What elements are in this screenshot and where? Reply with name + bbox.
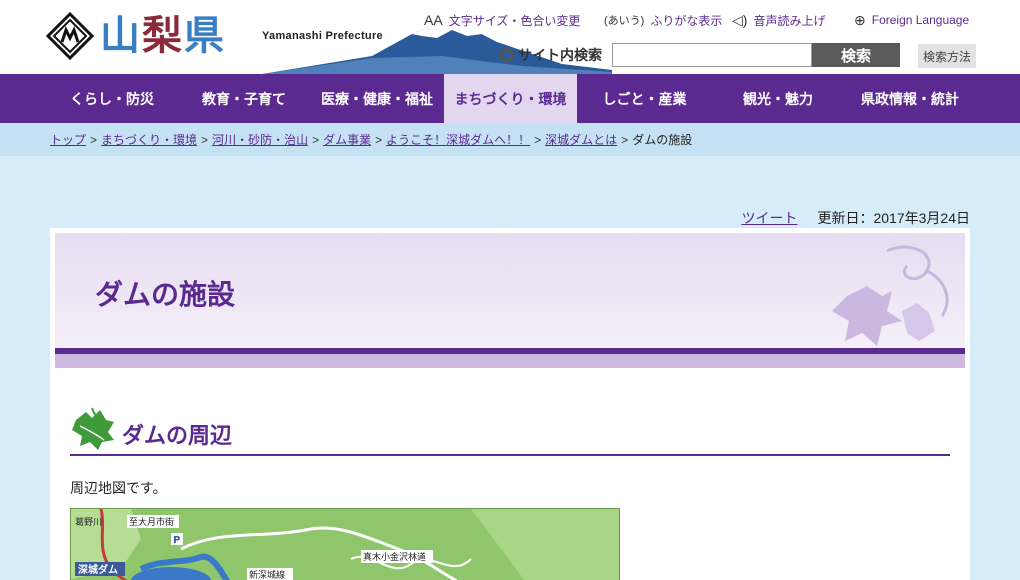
area-map-image: 至大月市街 葛野川 深城ダム 新深城線 真木小金沢林道 P (70, 508, 620, 580)
logo-kanji-3: 県 (184, 12, 226, 59)
nav-item-tourism[interactable]: 観光・魅力 (712, 74, 844, 123)
site-header: 山梨県 Yamanashi Prefecture AA 文字サイズ・色合い変更 … (0, 0, 1020, 74)
nav-item-work[interactable]: しごと・産業 (577, 74, 712, 123)
global-nav: くらし・防災 教育・子育て 医療・健康・福祉 まちづくり・環境 しごと・産業 観… (0, 74, 1020, 123)
breadcrumb-link-welcome[interactable]: ようこそ！深城ダムへ！！ (386, 131, 530, 148)
speaker-icon: ◁) (732, 11, 748, 28)
util-foreign-language-label: Foreign Language (871, 13, 970, 27)
breadcrumb-link-about[interactable]: 深城ダムとは (545, 131, 617, 148)
breadcrumb-current: ダムの施設 (632, 133, 693, 147)
furigana-icon: (あいう) (604, 15, 645, 27)
breadcrumb-link-river[interactable]: 河川・砂防・治山 (212, 131, 308, 148)
title-underline-light (55, 354, 965, 368)
search-method-link[interactable]: 検索方法 (918, 44, 976, 68)
tweet-link[interactable]: ツイート (741, 208, 797, 228)
updated-date: 更新日：2017年3月24日 (817, 210, 970, 226)
breadcrumb: トップ > まちづくり・環境 > 河川・砂防・治山 > ダム事業 > ようこそ！… (0, 123, 1020, 156)
map-label-parking: P (173, 535, 180, 546)
util-foreign-language[interactable]: ⊕ Foreign Language (854, 10, 969, 30)
breadcrumb-separator: > (90, 132, 98, 147)
util-furigana[interactable]: (あいう) ふりがな表示 (604, 10, 722, 30)
util-furigana-label: ふりがな表示 (650, 13, 723, 28)
grape-leaf-icon (72, 407, 114, 450)
map-label-river: 葛野川 (75, 516, 102, 528)
breadcrumb-separator: > (534, 132, 542, 147)
grape-vine-icon (832, 245, 949, 346)
area-map-graphic: 至大月市街 葛野川 深城ダム 新深城線 真木小金沢林道 P (71, 509, 619, 580)
main-content: ダムの施設 ダムの周辺 周辺地図です。 至大月市街 葛野川 深城ダム 新深城線 … (50, 228, 970, 580)
search-input[interactable] (612, 43, 812, 67)
util-font-size[interactable]: AA 文字サイズ・色合い変更 (424, 10, 580, 30)
nav-item-town-environment[interactable]: まちづくり・環境 (444, 74, 577, 123)
site-search: サイト内検索 検索 (500, 43, 900, 67)
breadcrumb-separator: > (201, 132, 209, 147)
breadcrumb-separator: > (375, 132, 383, 147)
nav-item-government[interactable]: 県政情報・統計 (844, 74, 976, 123)
map-label-otsuki: 至大月市街 (129, 516, 174, 528)
breadcrumb-link-dam-project[interactable]: ダム事業 (323, 131, 371, 148)
nav-item-education[interactable]: 教育・子育て (178, 74, 310, 123)
nav-item-medical[interactable]: 医療・健康・福祉 (310, 74, 444, 123)
page-meta: ツイート 更新日：2017年3月24日 (741, 208, 970, 228)
intro-paragraph: 周辺地図です。 (70, 480, 167, 496)
breadcrumb-link-town[interactable]: まちづくり・環境 (101, 131, 197, 148)
map-label-dam: 深城ダム (78, 563, 118, 576)
search-label-text: サイト内検索 (518, 47, 602, 63)
breadcrumb-separator: > (621, 132, 629, 147)
breadcrumb-link-top[interactable]: トップ (50, 131, 86, 148)
search-button[interactable]: 検索 (812, 43, 900, 67)
section-heading-text: ダムの周辺 (122, 423, 233, 448)
breadcrumb-separator: > (312, 132, 320, 147)
logo-kanji-2: 梨 (142, 12, 184, 59)
util-voice[interactable]: ◁) 音声読み上げ (732, 10, 825, 30)
title-band: ダムの施設 (55, 233, 965, 348)
util-voice-label: 音声読み上げ (753, 13, 826, 28)
logo-kanji: 山梨県 (100, 10, 226, 62)
section-heading: ダムの周辺 (70, 406, 950, 456)
search-icon (500, 48, 514, 62)
globe-icon: ⊕ (854, 11, 866, 28)
util-font-size-label: 文字サイズ・色合い変更 (448, 13, 581, 28)
map-label-shinfukashiro: 新深城線 (249, 569, 285, 580)
page-title: ダムの施設 (95, 279, 236, 310)
text-size-icon: AA (424, 12, 443, 28)
search-label: サイト内検索 (500, 45, 602, 65)
prefecture-emblem-icon (46, 12, 94, 60)
map-label-forest-road: 真木小金沢林道 (363, 551, 426, 563)
logo-kanji-1: 山 (100, 12, 142, 59)
nav-item-living[interactable]: くらし・防災 (46, 74, 178, 123)
